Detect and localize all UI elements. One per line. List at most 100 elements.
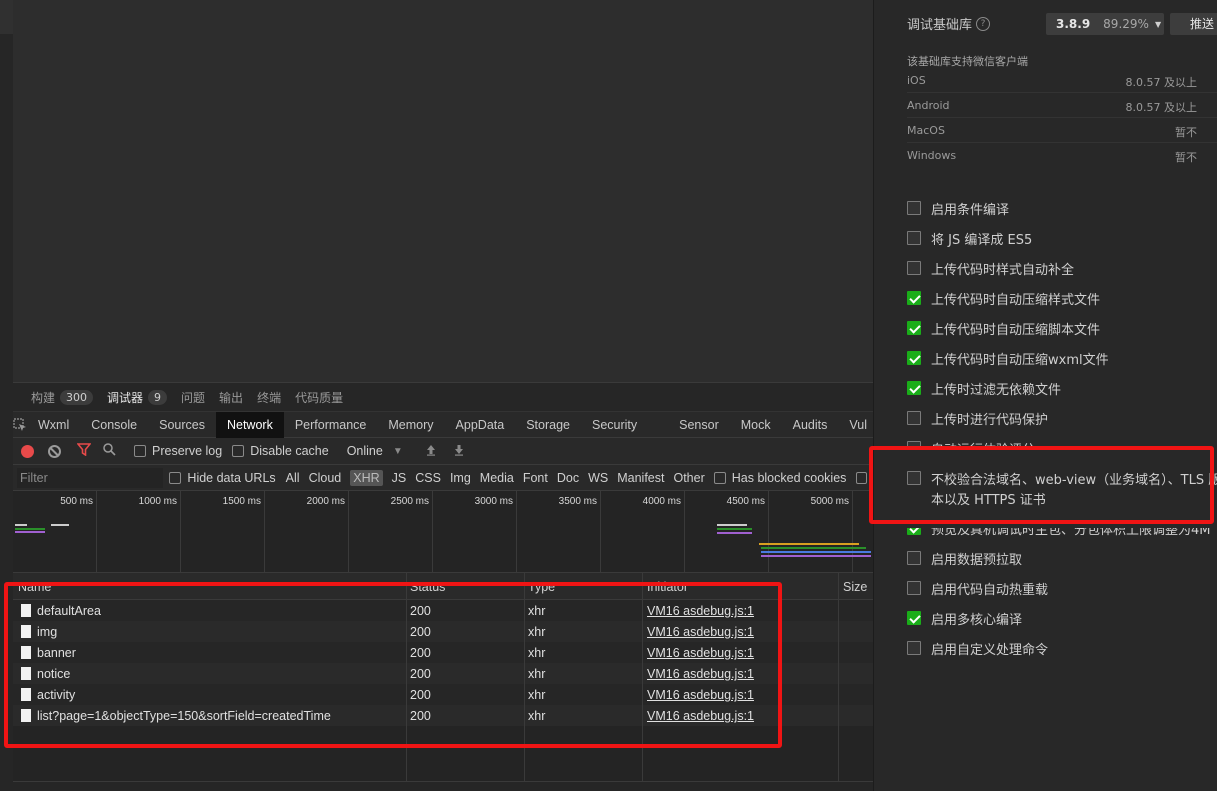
filter-type-css[interactable]: CSS bbox=[415, 471, 441, 485]
tab-memory[interactable]: Memory bbox=[377, 412, 444, 438]
option-checkbox[interactable] bbox=[907, 411, 921, 425]
inspect-element-icon[interactable] bbox=[13, 412, 27, 438]
tab-network[interactable]: Network bbox=[215, 411, 284, 438]
filter-type-ws[interactable]: WS bbox=[588, 471, 608, 485]
tab-appdata[interactable]: AppData bbox=[445, 412, 516, 438]
export-har-icon[interactable] bbox=[453, 444, 465, 459]
col-type[interactable]: Type bbox=[528, 580, 555, 594]
option-minify-style[interactable]: 上传代码时自动压缩样式文件 bbox=[907, 287, 1100, 309]
col-size[interactable]: Size bbox=[843, 580, 867, 594]
filter-type-js[interactable]: JS bbox=[392, 471, 407, 485]
tab-wxml[interactable]: Wxml bbox=[27, 412, 80, 438]
extra-filter-checkbox[interactable] bbox=[856, 471, 867, 484]
import-har-icon[interactable] bbox=[425, 444, 437, 459]
option-es5[interactable]: 将 JS 编译成 ES5 bbox=[907, 227, 1032, 249]
option-checkbox[interactable] bbox=[907, 611, 921, 625]
option-checkbox[interactable] bbox=[907, 261, 921, 275]
option-style-autoprefix[interactable]: 上传代码时样式自动补全 bbox=[907, 257, 1074, 279]
filter-type-font[interactable]: Font bbox=[523, 471, 548, 485]
option-custom-commands[interactable]: 启用自定义处理命令 bbox=[907, 637, 1048, 659]
option-checkbox[interactable] bbox=[907, 351, 921, 365]
filter-type-xhr[interactable]: XHR bbox=[350, 469, 383, 486]
option-checkbox[interactable] bbox=[907, 641, 921, 655]
col-name[interactable]: Name bbox=[18, 580, 51, 594]
request-initiator-link[interactable]: VM16 asdebug.js:1 bbox=[647, 667, 754, 681]
table-row[interactable]: defaultArea 200 xhr VM16 asdebug.js:1 bbox=[13, 600, 873, 621]
option-code-protect[interactable]: 上传时进行代码保护 bbox=[907, 407, 1048, 429]
tab-performance[interactable]: Performance bbox=[284, 412, 378, 438]
option-checkbox[interactable] bbox=[907, 471, 921, 485]
request-initiator-link[interactable]: VM16 asdebug.js:1 bbox=[647, 646, 754, 660]
option-checkbox[interactable] bbox=[907, 321, 921, 335]
simulator-area[interactable] bbox=[13, 0, 873, 382]
tab-terminal[interactable]: 终端 bbox=[257, 389, 281, 406]
help-icon[interactable]: ? bbox=[976, 16, 991, 31]
filter-type-manifest[interactable]: Manifest bbox=[617, 471, 664, 485]
filter-type-doc[interactable]: Doc bbox=[557, 471, 579, 485]
filter-type-all[interactable]: All bbox=[286, 471, 300, 485]
blocked-cookies-checkbox[interactable] bbox=[713, 471, 726, 484]
tab-console[interactable]: Console bbox=[80, 412, 148, 438]
request-initiator-link[interactable]: VM16 asdebug.js:1 bbox=[647, 604, 754, 618]
option-checkbox[interactable] bbox=[907, 581, 921, 595]
disable-cache-checkbox[interactable] bbox=[232, 445, 245, 457]
option-conditional-compile[interactable]: 启用条件编译 bbox=[907, 197, 1009, 219]
request-initiator-link[interactable]: VM16 asdebug.js:1 bbox=[647, 688, 754, 702]
option-checkbox[interactable] bbox=[907, 231, 921, 245]
filter-type-other[interactable]: Other bbox=[673, 471, 704, 485]
clear-icon[interactable] bbox=[48, 444, 61, 458]
hide-data-urls-toggle[interactable]: Hide data URLs bbox=[169, 471, 276, 485]
option-auto-score[interactable]: 自动运行体验评分 bbox=[907, 437, 1035, 448]
option-size-limit-4m[interactable]: 预览及真机调试时主包、分包体积上限调整为4M bbox=[907, 528, 1211, 539]
push-button[interactable]: 推送 bbox=[1170, 13, 1217, 35]
request-initiator-link[interactable]: VM16 asdebug.js:1 bbox=[647, 709, 754, 723]
tab-issues[interactable]: 问题 bbox=[181, 389, 205, 406]
blocked-cookies-toggle[interactable]: Has blocked cookies bbox=[713, 471, 846, 485]
col-status[interactable]: Status bbox=[410, 580, 445, 594]
filter-type-img[interactable]: Img bbox=[450, 471, 471, 485]
search-icon[interactable] bbox=[103, 443, 116, 459]
disable-cache-toggle[interactable]: Disable cache bbox=[232, 444, 329, 458]
filter-funnel-icon[interactable] bbox=[76, 443, 92, 459]
option-hot-reload[interactable]: 启用代码自动热重载 bbox=[907, 577, 1048, 599]
filter-input[interactable]: Filter bbox=[17, 467, 164, 488]
option-checkbox[interactable] bbox=[907, 291, 921, 305]
tab-debugger[interactable]: 调试器 9 bbox=[107, 389, 168, 406]
col-initiator[interactable]: Initiator bbox=[647, 580, 688, 594]
chevron-down-icon[interactable]: ▼ bbox=[393, 446, 403, 457]
tab-output[interactable]: 输出 bbox=[219, 389, 243, 406]
tab-audits[interactable]: Audits bbox=[782, 412, 839, 438]
option-minify-wxml[interactable]: 上传代码时自动压缩wxml文件 bbox=[907, 347, 1109, 369]
option-filter-unused[interactable]: 上传时过滤无依赖文件 bbox=[907, 377, 1061, 399]
filter-type-media[interactable]: Media bbox=[480, 471, 514, 485]
request-initiator-link[interactable]: VM16 asdebug.js:1 bbox=[647, 625, 754, 639]
preserve-log-checkbox[interactable] bbox=[134, 445, 146, 457]
tab-build[interactable]: 构建 300 bbox=[31, 389, 94, 406]
tab-sources[interactable]: Sources bbox=[148, 412, 216, 438]
option-checkbox[interactable] bbox=[907, 381, 921, 395]
tab-mock[interactable]: Mock bbox=[730, 412, 782, 438]
table-row[interactable]: activity 200 xhr VM16 asdebug.js:1 bbox=[13, 684, 873, 705]
table-row[interactable]: banner 200 xhr VM16 asdebug.js:1 bbox=[13, 642, 873, 663]
tab-vulnerability[interactable]: Vul bbox=[838, 412, 873, 438]
option-data-prefetch[interactable]: 启用数据预拉取 bbox=[907, 547, 1022, 569]
option-checkbox[interactable] bbox=[907, 441, 921, 448]
throttle-select[interactable]: Online bbox=[347, 444, 383, 458]
option-checkbox[interactable] bbox=[907, 528, 921, 535]
option-multicore-compile[interactable]: 启用多核心编译 bbox=[907, 607, 1022, 629]
option-checkbox[interactable] bbox=[907, 201, 921, 215]
record-icon[interactable] bbox=[21, 444, 34, 458]
tab-sensor[interactable]: Sensor bbox=[668, 412, 730, 438]
table-row[interactable]: notice 200 xhr VM16 asdebug.js:1 bbox=[13, 663, 873, 684]
hide-data-urls-checkbox[interactable] bbox=[169, 471, 182, 484]
tab-storage[interactable]: Storage bbox=[515, 412, 581, 438]
tab-security[interactable]: Security bbox=[581, 412, 648, 438]
tab-code-quality[interactable]: 代码质量 bbox=[295, 389, 343, 406]
table-row[interactable]: list?page=1&objectType=150&sortField=cre… bbox=[13, 705, 873, 726]
lib-version-select[interactable]: 3.8.9 89.29% ▼ bbox=[1046, 13, 1164, 35]
table-row[interactable]: img 200 xhr VM16 asdebug.js:1 bbox=[13, 621, 873, 642]
option-checkbox[interactable] bbox=[907, 551, 921, 565]
preserve-log-toggle[interactable]: Preserve log bbox=[134, 444, 222, 458]
option-minify-script[interactable]: 上传代码时自动压缩脚本文件 bbox=[907, 317, 1100, 339]
filter-type-cloud[interactable]: Cloud bbox=[309, 471, 342, 485]
